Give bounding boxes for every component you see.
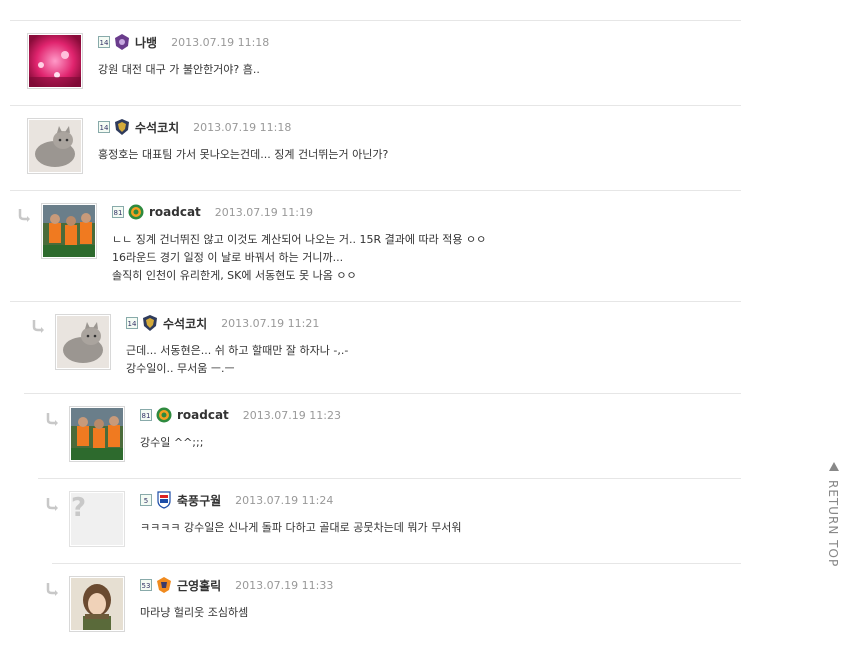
comment-line: ㅋㅋㅋㅋ 강수일은 신나게 돌파 다하고 골대로 공뭇차는데 뭐가 무서워: [140, 521, 462, 534]
comment-body: 홍정호는 대표팀 가서 못나오는건데... 징계 건너뛰는거 아닌가?: [98, 146, 388, 164]
avatar[interactable]: ?: [69, 491, 125, 547]
comment-date: 2013.07.19 11:33: [235, 578, 334, 592]
comment-line: 16라운드 경기 일정 이 날로 바꿔서 하는 거니까...: [112, 251, 344, 264]
comment-item: 81 roadcat 2013.07.19 11:19 ㄴㄴ 징계 건너뛰진 않…: [10, 191, 741, 302]
avatar[interactable]: [27, 33, 83, 89]
level-badge: 14: [98, 121, 110, 133]
comment-item: 14 나뱅 2013.07.19 11:18 강원 대전 대구 가 불안한거야?…: [10, 21, 741, 106]
return-top-button[interactable]: RETURN TOP: [826, 462, 842, 567]
comment-item: 14 수석코치 2013.07.19 11:18 홍정호는 대표팀 가서 못나오…: [10, 106, 741, 191]
author-nickname[interactable]: roadcat: [177, 408, 229, 422]
comment-date: 2013.07.19 11:23: [242, 408, 341, 422]
level-badge: 81: [140, 409, 152, 421]
author-nickname[interactable]: 나뱅: [135, 34, 157, 51]
team-emblem-icon: [114, 33, 130, 51]
comment-date: 2013.07.19 11:18: [193, 120, 292, 134]
comment-date: 2013.07.19 11:21: [221, 316, 320, 330]
team-emblem-icon: [142, 314, 158, 332]
team-emblem-icon: [128, 203, 144, 221]
comment-body: ㄴㄴ 징계 건너뛰진 않고 이것도 계산되어 나오는 거.. 15R 결과에 따…: [112, 231, 486, 285]
previous-comment-fragment: ··· ··· ···: [122, 0, 175, 5]
comment-item: 81 roadcat 2013.07.19 11:23 강수일 ^^;;;: [38, 394, 741, 479]
comment-body: 마라냥 헐리웃 조심하셈: [140, 604, 248, 622]
level-badge: 53: [140, 579, 152, 591]
avatar[interactable]: [41, 203, 97, 259]
author-nickname[interactable]: 근영홀릭: [177, 577, 221, 594]
return-top-label: RETURN TOP: [826, 480, 840, 568]
level-badge: 5: [140, 494, 152, 506]
up-triangle-icon: [829, 462, 839, 471]
team-emblem-icon: [156, 406, 172, 424]
author-nickname[interactable]: 축풍구월: [177, 492, 221, 509]
level-badge: 14: [98, 36, 110, 48]
comment-body: 강수일 ^^;;;: [140, 434, 203, 452]
previous-comment-divider: ··· ··· ···: [10, 0, 741, 21]
avatar-image: [71, 578, 123, 630]
author-nickname[interactable]: roadcat: [149, 205, 201, 219]
comment-item: 14 수석코치 2013.07.19 11:21 근데... 서동현은... 쉬…: [24, 302, 741, 394]
comment-line: ㄴㄴ 징계 건너뛰진 않고 이것도 계산되어 나오는 거.. 15R 결과에 따…: [112, 233, 487, 246]
comment-body: ㅋㅋㅋㅋ 강수일은 신나게 돌파 다하고 골대로 공뭇차는데 뭐가 무서워: [140, 519, 461, 537]
avatar[interactable]: [69, 406, 125, 462]
comment-line: 강수일이.. 무서움 ㅡ.ㅡ: [126, 362, 235, 375]
team-emblem-icon: [156, 491, 172, 509]
comment-item: 53 근영홀릭 2013.07.19 11:33 마라냥 헐리웃 조심하셈: [52, 564, 741, 645]
comment-line: 마라냥 헐리웃 조심하셈: [140, 606, 249, 619]
comment-body: 강원 대전 대구 가 불안한거야? 흠..: [98, 61, 260, 79]
comment-date: 2013.07.19 11:18: [171, 35, 270, 49]
comment-body: 근데... 서동현은... 쉬 하고 할때만 잘 하자나 -,.- 강수일이.. …: [126, 342, 348, 378]
avatar[interactable]: [55, 314, 111, 370]
avatar-image: [29, 120, 81, 172]
comment-line: 근데... 서동현은... 쉬 하고 할때만 잘 하자나 -,.-: [126, 344, 349, 357]
comment-line: 강수일 ^^;;;: [140, 436, 204, 449]
comment-line: 솔직히 인천이 유리한게, SK에 서동현도 못 나옴 ㅇㅇ: [112, 269, 357, 282]
avatar[interactable]: [69, 576, 125, 632]
author-nickname[interactable]: 수석코치: [163, 315, 207, 332]
level-badge: 81: [112, 206, 124, 218]
author-nickname[interactable]: 수석코치: [135, 119, 179, 136]
avatar-image: [29, 35, 81, 87]
comment-line: 홍정호는 대표팀 가서 못나오는건데... 징계 건너뛰는거 아닌가?: [98, 148, 389, 161]
comment-item: ? 5 축풍구월 2013.07.19 11:24 ㅋㅋㅋㅋ 강수일은 신나게 …: [52, 479, 741, 564]
comment-date: 2013.07.19 11:19: [214, 205, 313, 219]
avatar-image: [71, 408, 123, 460]
team-emblem-icon: [156, 576, 172, 594]
default-avatar-icon: ?: [71, 493, 123, 545]
avatar-image: [57, 316, 109, 368]
comment-line: 강원 대전 대구 가 불안한거야? 흠..: [98, 63, 260, 76]
level-badge: 14: [126, 317, 138, 329]
comment-date: 2013.07.19 11:24: [235, 493, 334, 507]
avatar[interactable]: [27, 118, 83, 174]
avatar-image: [43, 205, 95, 257]
team-emblem-icon: [114, 118, 130, 136]
